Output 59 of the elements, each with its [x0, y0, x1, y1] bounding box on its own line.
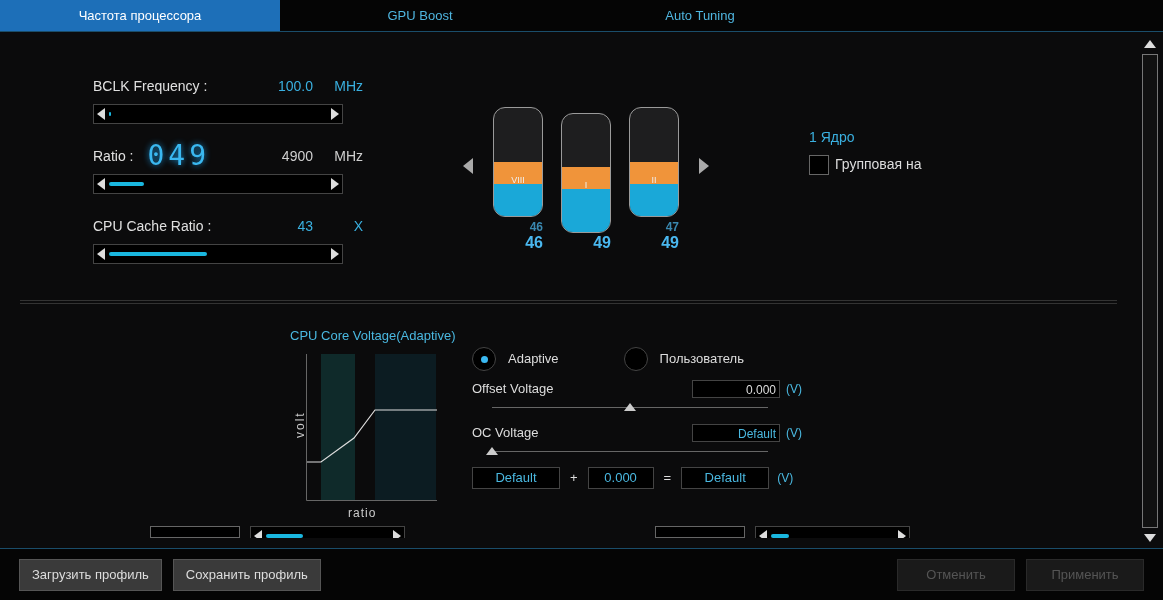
value: 43: [297, 216, 313, 236]
core-value: 49: [593, 235, 611, 251]
unit: MHz: [333, 146, 363, 166]
core-value: 46: [525, 235, 543, 251]
button[interactable]: Загрузить профиль: [19, 558, 162, 591]
left-arrow-icon[interactable]: [97, 248, 105, 260]
plus-sign: +: [570, 469, 578, 488]
core-label: VIII: [511, 176, 525, 185]
unit: (V): [786, 425, 802, 442]
radio-button[interactable]: Adaptive: [472, 347, 559, 371]
label: CPU Cache Ratio :: [93, 216, 212, 236]
slider[interactable]: [93, 244, 343, 264]
right-arrow-icon[interactable]: [331, 248, 339, 260]
core-title: 1 Ядро: [809, 128, 856, 147]
input-field[interactable]: [655, 526, 745, 538]
slider[interactable]: [93, 174, 343, 194]
chart-title: CPU Core Voltage(Adaptive): [290, 327, 457, 345]
scroll-down-icon[interactable]: [1144, 534, 1156, 542]
unit: MHz: [333, 76, 363, 96]
digital-readout: 049: [147, 138, 211, 174]
value: 100.0: [277, 76, 313, 96]
checkbox[interactable]: [809, 154, 829, 175]
unit: (V): [777, 470, 794, 487]
value: 4900: [281, 146, 313, 166]
tab[interactable]: Auto Tuning: [560, 0, 840, 31]
label: OC Voltage: [472, 424, 540, 443]
label: BCLK Frequency :: [93, 76, 208, 96]
slider-thumb[interactable]: [624, 403, 636, 411]
input-field[interactable]: 0.000: [587, 467, 654, 489]
slider-thumb[interactable]: [486, 447, 498, 455]
input-field[interactable]: Default: [472, 467, 560, 489]
core-value: 46: [529, 221, 543, 233]
left-arrow-icon[interactable]: [463, 158, 473, 174]
scroll-up-icon[interactable]: [1144, 40, 1156, 48]
unit: X: [352, 216, 363, 236]
core-label: I: [584, 181, 588, 191]
unit: (V): [786, 381, 802, 398]
tab[interactable]: GPU Boost: [280, 0, 560, 31]
axis-label: ratio: [348, 504, 378, 522]
right-arrow-icon[interactable]: [331, 178, 339, 190]
input-field[interactable]: Default: [681, 467, 770, 489]
tab[interactable]: Частота процессора: [0, 0, 280, 31]
label: Ratio :: [93, 146, 134, 166]
slider[interactable]: [93, 104, 343, 124]
input-field[interactable]: 0.000: [692, 380, 780, 398]
left-arrow-icon[interactable]: [97, 178, 105, 190]
right-arrow-icon[interactable]: [331, 108, 339, 120]
core-value: 47: [665, 221, 679, 233]
input-field[interactable]: Default: [692, 424, 780, 442]
core-value: 49: [661, 235, 679, 251]
right-arrow-icon[interactable]: [699, 158, 709, 174]
label: Offset Voltage: [472, 380, 555, 399]
button[interactable]: Сохранить профиль: [172, 558, 321, 591]
checkbox-label: Групповая на: [835, 155, 922, 174]
left-arrow-icon[interactable]: [97, 108, 105, 120]
equals-sign: =: [663, 469, 672, 488]
input-field[interactable]: [150, 526, 240, 538]
radio-button[interactable]: Пользователь: [623, 347, 744, 371]
core-label: II: [651, 176, 657, 185]
